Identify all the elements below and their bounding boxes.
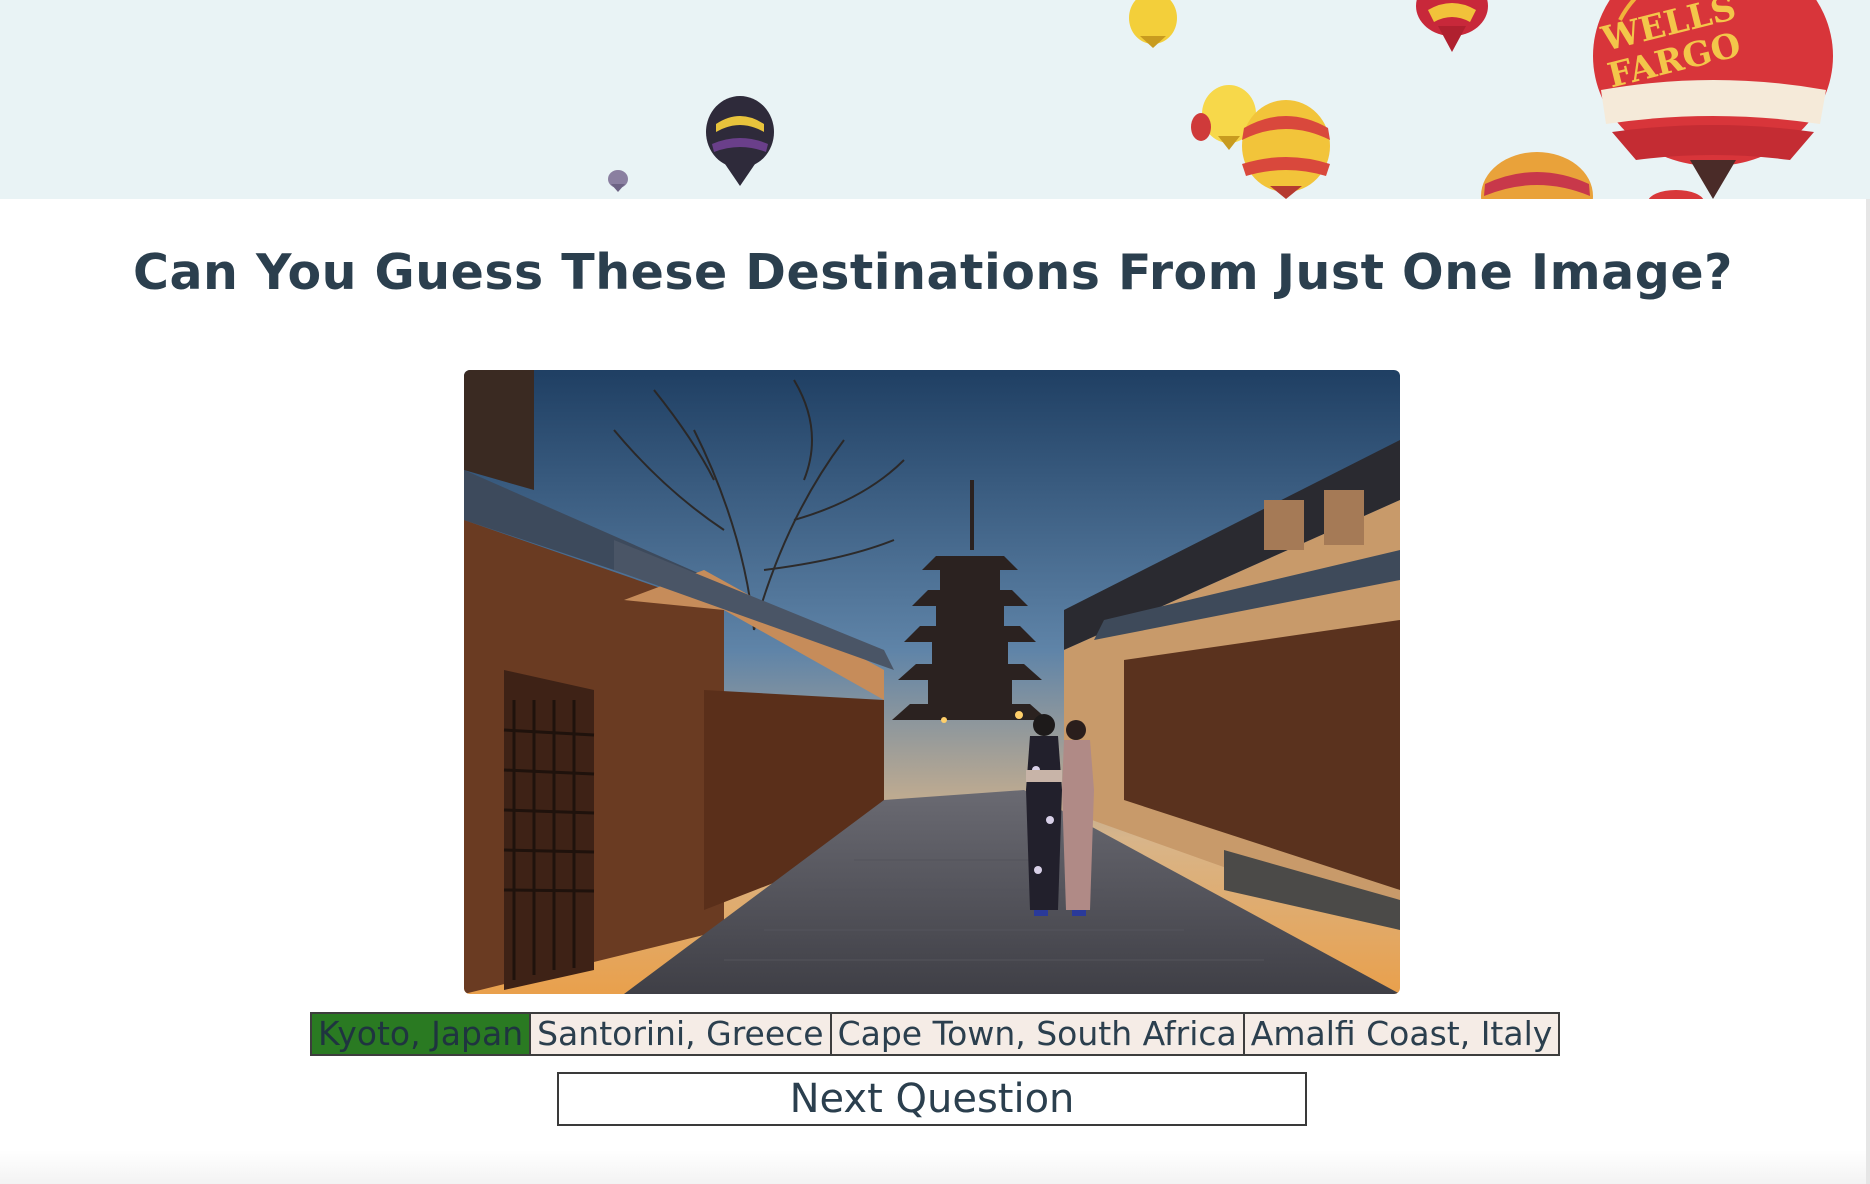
balloon-banner: WELLS FARGO bbox=[0, 0, 1870, 199]
option-amalfi-coast-italy[interactable]: Amalfi Coast, Italy bbox=[1242, 1012, 1561, 1056]
option-kyoto-japan[interactable]: Kyoto, Japan bbox=[310, 1012, 532, 1056]
answer-options: Kyoto, Japan Santorini, Greece Cape Town… bbox=[310, 1012, 1561, 1056]
page-title: Can You Guess These Destinations From Ju… bbox=[133, 244, 1733, 301]
balloon-small-left bbox=[608, 170, 628, 192]
balloon-red-top bbox=[1416, 0, 1488, 52]
balloon-partial-bottom bbox=[1481, 152, 1704, 199]
option-santorini-greece[interactable]: Santorini, Greece bbox=[529, 1012, 832, 1056]
balloon-dark-striped bbox=[706, 96, 774, 186]
option-cape-town-south-africa[interactable]: Cape Town, South Africa bbox=[829, 1012, 1245, 1056]
kyoto-street-pagoda-photo-icon bbox=[464, 370, 1400, 994]
quiz-page: WELLS FARGO Can You Guess These Destinat… bbox=[0, 0, 1870, 1184]
page-bottom-shade bbox=[0, 1150, 1870, 1184]
balloon-yellow-top bbox=[1129, 0, 1177, 48]
destination-photo bbox=[464, 370, 1400, 994]
window-scrollbar-edge bbox=[1866, 199, 1870, 1184]
next-question-button[interactable]: Next Question bbox=[557, 1072, 1307, 1126]
balloon-striped-center bbox=[1242, 100, 1330, 199]
hot-air-balloons-icon: WELLS FARGO bbox=[608, 0, 1833, 199]
